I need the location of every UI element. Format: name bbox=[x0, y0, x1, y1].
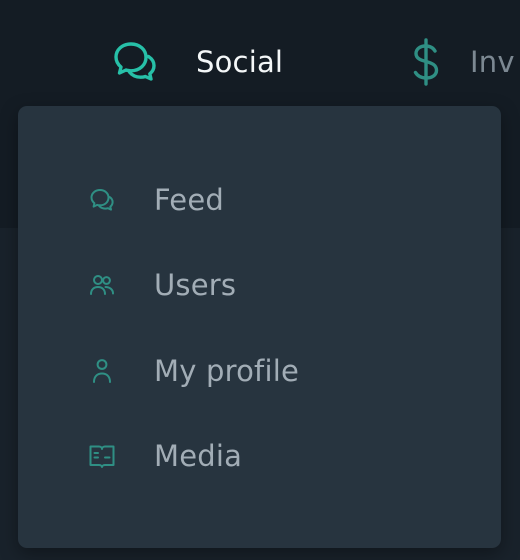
nav-label-social: Social bbox=[196, 45, 284, 79]
page: Social Inv Feed Users My profile Media bbox=[0, 0, 520, 560]
menu-item-label: My profile bbox=[154, 354, 300, 388]
book-icon bbox=[88, 442, 116, 470]
nav-label-invest: Inv bbox=[470, 45, 515, 79]
user-icon bbox=[88, 357, 116, 385]
menu-item-label: Media bbox=[154, 439, 243, 473]
chat-bubbles-icon bbox=[88, 186, 116, 214]
users-icon bbox=[88, 271, 116, 299]
menu-item-label: Feed bbox=[154, 183, 224, 217]
social-dropdown-menu: Feed Users My profile Media bbox=[18, 106, 501, 548]
menu-item-feed[interactable]: Feed bbox=[18, 172, 501, 228]
menu-item-my-profile[interactable]: My profile bbox=[18, 343, 501, 399]
menu-item-users[interactable]: Users bbox=[18, 257, 501, 313]
chat-bubbles-icon bbox=[112, 39, 158, 85]
nav-item-invest[interactable]: Inv bbox=[408, 36, 515, 88]
menu-item-label: Users bbox=[154, 268, 237, 302]
menu-item-media[interactable]: Media bbox=[18, 428, 501, 484]
dollar-icon bbox=[408, 37, 444, 87]
nav-item-social[interactable]: Social bbox=[112, 36, 283, 88]
